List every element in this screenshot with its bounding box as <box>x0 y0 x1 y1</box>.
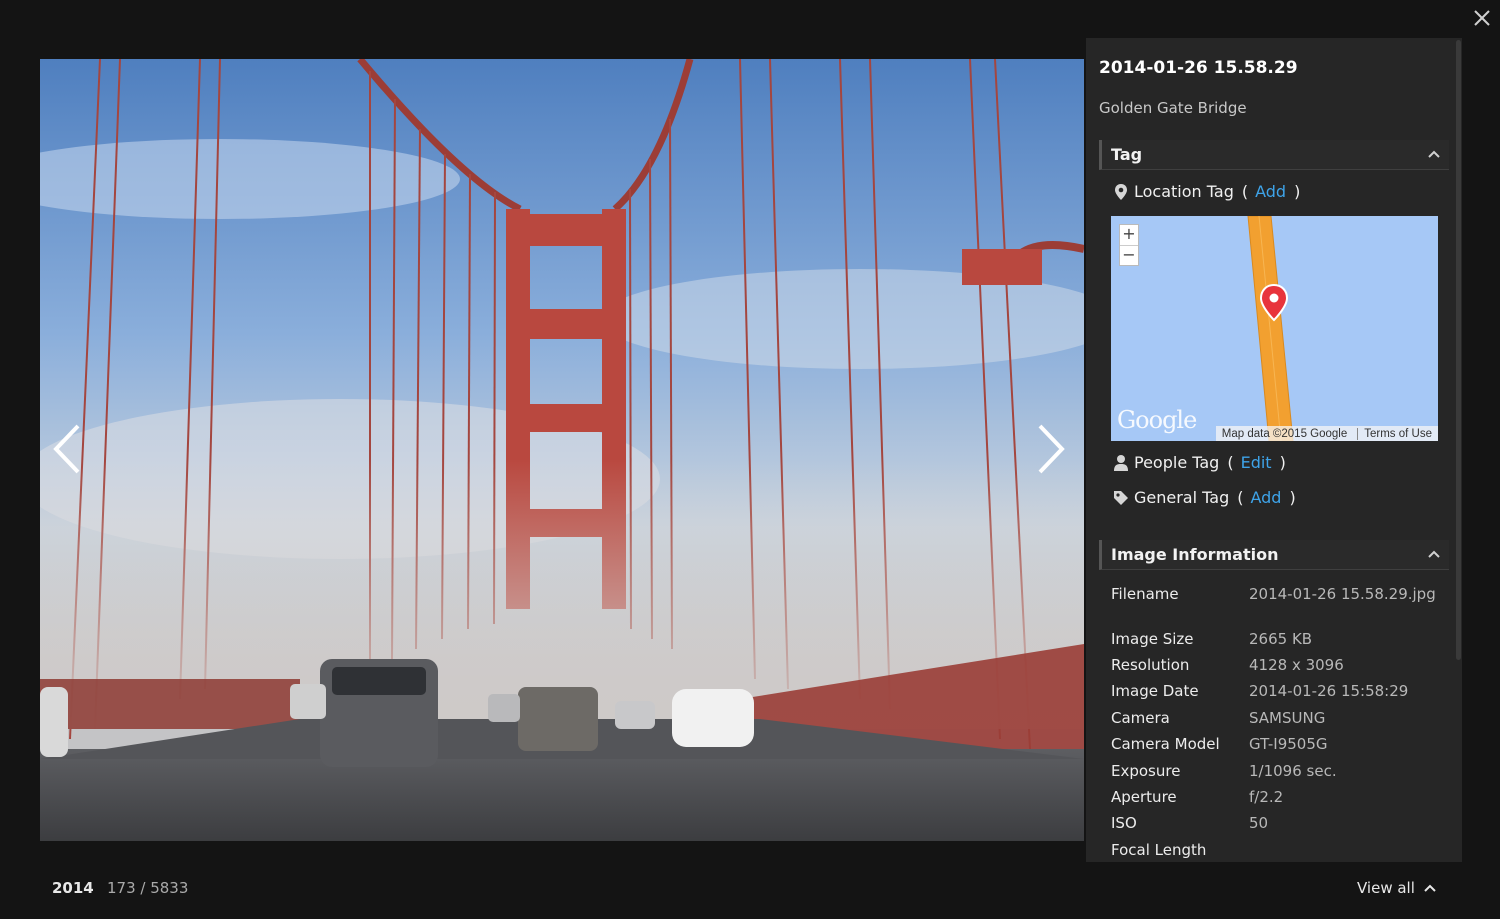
chevron-left-icon <box>53 424 80 474</box>
location-tag-row: Location Tag ( Add ) <box>1113 182 1300 201</box>
info-value: 1/1096 sec. <box>1249 762 1337 780</box>
info-key: Focal Length <box>1111 841 1207 859</box>
image-info-section-header[interactable]: Image Information <box>1099 540 1449 570</box>
map-zoom-in-button[interactable]: + <box>1120 225 1138 245</box>
photo-description: Golden Gate Bridge <box>1099 99 1247 117</box>
info-value: 2014-01-26 15:58:29 <box>1249 682 1409 700</box>
photo-image <box>40 59 1084 841</box>
people-tag-open-paren: ( <box>1227 453 1234 472</box>
info-key: Image Date <box>1111 682 1199 700</box>
next-photo-button[interactable] <box>1030 420 1070 478</box>
info-key: Camera Model <box>1111 735 1220 753</box>
info-value: GT-I9505G <box>1249 735 1328 753</box>
tag-section-title: Tag <box>1111 145 1143 164</box>
general-tag-label: General Tag <box>1134 488 1230 507</box>
people-tag-edit-link[interactable]: Edit <box>1241 453 1272 472</box>
people-tag-row: People Tag ( Edit ) <box>1113 453 1286 472</box>
info-value: SAMSUNG <box>1249 709 1326 727</box>
general-tag-close-paren: ) <box>1289 488 1296 507</box>
album-year: 2014 <box>52 879 94 897</box>
map-zoom-control: + − <box>1119 224 1139 266</box>
info-value: 2014-01-26 15.58.29.jpg <box>1249 585 1436 603</box>
view-all-label: View all <box>1357 879 1415 897</box>
map-data-credit: Map data ©2015 Google <box>1221 427 1348 440</box>
panel-scrollbar[interactable] <box>1456 40 1461 660</box>
people-tag-label: People Tag <box>1134 453 1220 472</box>
photo-viewer <box>40 59 1084 841</box>
info-panel: 2014-01-26 15.58.29 Golden Gate Bridge T… <box>1086 38 1462 862</box>
map-pin-icon <box>1115 183 1127 200</box>
info-key: ISO <box>1111 814 1137 832</box>
info-key: Exposure <box>1111 762 1181 780</box>
close-icon <box>1474 10 1490 26</box>
map-zoom-out-button[interactable]: − <box>1120 245 1138 266</box>
image-info-section-title: Image Information <box>1111 545 1279 564</box>
photo-title: 2014-01-26 15.58.29 <box>1099 58 1298 78</box>
map-provider-logo: Google <box>1117 406 1197 434</box>
tag-section-header[interactable]: Tag <box>1099 140 1449 170</box>
chevron-up-icon <box>1424 884 1436 892</box>
info-value: f/2.2 <box>1249 788 1284 806</box>
map-marker-icon <box>1259 283 1289 322</box>
location-tag-open-paren: ( <box>1241 182 1249 201</box>
info-key: Aperture <box>1111 788 1177 806</box>
location-tag-close-paren: ) <box>1294 182 1301 201</box>
view-all-button[interactable]: View all <box>1357 879 1437 897</box>
info-value: 50 <box>1249 814 1269 832</box>
location-tag-label: Location Tag <box>1134 182 1234 201</box>
tag-icon <box>1114 490 1128 505</box>
general-tag-add-link[interactable]: Add <box>1250 488 1281 507</box>
info-key: Camera <box>1111 709 1170 727</box>
info-value: 2665 KB <box>1249 630 1313 648</box>
close-button[interactable] <box>1466 2 1498 34</box>
people-tag-close-paren: ) <box>1279 453 1286 472</box>
location-tag-add-link[interactable]: Add <box>1255 182 1286 201</box>
photo-position: 173 / 5833 <box>107 879 189 897</box>
info-key: Resolution <box>1111 656 1190 674</box>
info-key: Filename <box>1111 585 1179 603</box>
person-icon <box>1114 454 1128 471</box>
general-tag-open-paren: ( <box>1237 488 1244 507</box>
map-terms-link[interactable]: Terms of Use <box>1357 427 1432 440</box>
previous-photo-button[interactable] <box>48 420 88 478</box>
general-tag-row: General Tag ( Add ) <box>1113 488 1296 507</box>
info-key: Image Size <box>1111 630 1194 648</box>
chevron-up-icon[interactable] <box>1427 149 1441 159</box>
chevron-right-icon <box>1038 424 1065 474</box>
info-value: 4128 x 3096 <box>1249 656 1344 674</box>
chevron-up-icon[interactable] <box>1427 549 1441 559</box>
map-attribution: Map data ©2015 Google Terms of Use <box>1215 426 1438 441</box>
location-map[interactable]: + − Google Map data ©2015 Google Terms o… <box>1111 216 1438 441</box>
